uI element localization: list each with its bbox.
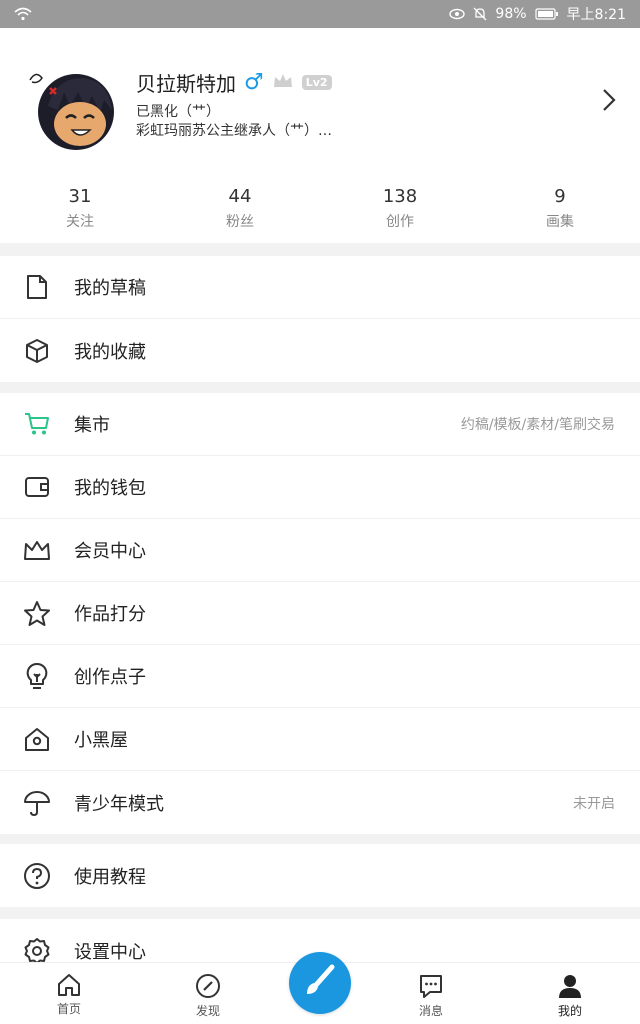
stat-value: 31	[68, 186, 92, 207]
menu-group-services: 集市 约稿/模板/素材/笔刷交易 我的钱包 会员中心 作品打分 创作点子 小黑屋	[0, 393, 640, 834]
tab-home[interactable]: 首页	[29, 973, 109, 1017]
menu-label: 作品打分	[74, 604, 146, 625]
user-name: 贝拉斯特加	[136, 72, 236, 96]
stat-works[interactable]: 138 创作	[320, 186, 480, 231]
help-circle-icon	[0, 862, 74, 890]
stat-label: 画集	[546, 214, 574, 230]
tab-label: 我的	[557, 1004, 582, 1018]
chevron-right-icon[interactable]	[602, 88, 616, 116]
user-status: 已黑化（艹）	[136, 104, 220, 120]
stat-label: 关注	[66, 214, 94, 230]
tab-mine[interactable]: 我的	[530, 973, 610, 1019]
profile-card[interactable]: 贝拉斯特加 ♂ Lv2 已黑化（艹） 彩虹玛丽苏公主继承人（艹）… 31 关注 …	[0, 28, 640, 243]
stat-value: 9	[554, 186, 566, 207]
menu-item-wallet[interactable]: 我的钱包	[0, 456, 640, 519]
tab-messages[interactable]: 消息	[391, 973, 471, 1019]
gender-icon: ♂	[244, 69, 264, 95]
umbrella-icon	[0, 789, 74, 817]
lightbulb-icon	[0, 662, 74, 690]
menu-label: 集市	[74, 415, 110, 436]
stat-albums[interactable]: 9 画集	[480, 186, 640, 231]
menu-item-tutorial[interactable]: 使用教程	[0, 844, 640, 907]
menu-item-youth-mode[interactable]: 青少年模式 未开启	[0, 771, 640, 834]
menu-item-ideas[interactable]: 创作点子	[0, 645, 640, 708]
message-icon	[391, 973, 471, 999]
document-icon	[0, 274, 74, 300]
cart-icon	[0, 412, 74, 436]
tab-label: 消息	[418, 1004, 443, 1018]
brush-icon	[302, 963, 338, 1003]
crown-badge-icon	[272, 72, 294, 94]
menu-hint: 未开启	[573, 795, 615, 812]
menu-label: 青少年模式	[74, 793, 164, 815]
menu-item-favorites[interactable]: 我的收藏	[0, 319, 640, 382]
compass-icon	[168, 973, 248, 999]
menu-label: 设置中心	[74, 941, 146, 963]
menu-item-drafts[interactable]: 我的草稿	[0, 256, 640, 319]
user-bio: 彩虹玛丽苏公主继承人（艹）…	[136, 123, 332, 139]
crown-icon	[0, 539, 74, 561]
avatar[interactable]	[26, 66, 122, 152]
menu-label: 使用教程	[74, 866, 146, 888]
stat-followers[interactable]: 44 粉丝	[160, 186, 320, 231]
wallet-icon	[0, 476, 74, 498]
menu-label: 创作点子	[74, 667, 146, 688]
tab-discover[interactable]: 发现	[168, 973, 248, 1019]
menu-label: 我的钱包	[74, 478, 146, 499]
menu-item-rating[interactable]: 作品打分	[0, 582, 640, 645]
menu-item-vip[interactable]: 会员中心	[0, 519, 640, 582]
stats-bar: 31 关注 44 粉丝 138 创作 9 画集	[0, 186, 640, 231]
battery-icon	[534, 8, 559, 20]
stat-following[interactable]: 31 关注	[0, 186, 160, 231]
star-icon	[0, 600, 74, 627]
menu-item-house[interactable]: 小黑屋	[0, 708, 640, 771]
tab-label: 首页	[56, 1002, 81, 1016]
clock: 早上8:21	[566, 7, 626, 23]
stat-label: 粉丝	[226, 214, 254, 230]
user-icon	[530, 973, 610, 999]
stat-value: 44	[228, 186, 252, 207]
status-bar: 98% 早上8:21	[0, 0, 640, 28]
menu-label: 我的草稿	[74, 278, 146, 299]
create-button[interactable]	[289, 952, 351, 1014]
menu-hint: 约稿/模板/素材/笔刷交易	[460, 417, 615, 433]
menu-label: 我的收藏	[74, 341, 146, 363]
stat-value: 138	[382, 186, 418, 207]
home-icon	[29, 973, 109, 997]
stat-label: 创作	[386, 214, 414, 230]
mute-icon	[473, 7, 487, 21]
tab-label: 发现	[195, 1004, 220, 1018]
menu-label: 小黑屋	[74, 730, 128, 751]
battery-percent: 98%	[495, 6, 527, 22]
menu-group-personal: 我的草稿 我的收藏	[0, 256, 640, 382]
level-badge: Lv2	[301, 75, 332, 90]
gear-icon	[0, 937, 74, 965]
wifi-icon	[14, 7, 32, 21]
menu-label: 会员中心	[74, 541, 146, 562]
box-icon	[0, 338, 74, 364]
eye-icon	[449, 8, 466, 20]
house-icon	[0, 726, 74, 752]
menu-item-market[interactable]: 集市 约稿/模板/素材/笔刷交易	[0, 393, 640, 456]
menu-group-help: 使用教程	[0, 844, 640, 907]
